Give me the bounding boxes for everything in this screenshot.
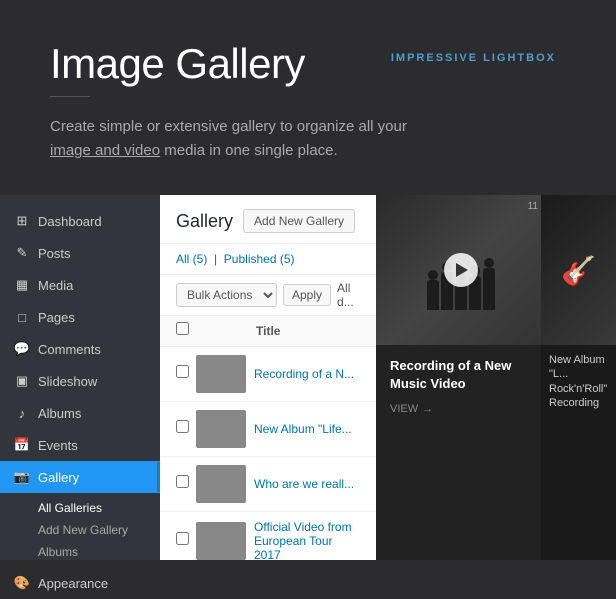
body [427,280,439,310]
sidebar-item-events[interactable]: 📅 Events [0,429,160,461]
sidebar-label-dashboard: Dashboard [38,214,102,229]
sidebar-item-gallery[interactable]: 📷 Gallery [0,461,160,493]
sidebar: ⊞ Dashboard ✎ Posts ▦ Media □ Pages 💬 Co… [0,195,160,560]
header-checkbox-cell [176,322,196,340]
bulk-actions-row: Bulk Actions Apply All d... [160,275,376,316]
second-card-image: 🎸 [541,195,616,345]
page-title: Image Gallery [50,40,566,88]
posts-icon: ✎ [14,245,30,261]
sidebar-label-albums: Albums [38,406,81,421]
sidebar-label-appearance: Appearance [38,576,108,591]
gallery-panel-title: Gallery [176,211,233,232]
sidebar-item-media[interactable]: ▦ Media [0,269,160,301]
sidebar-sub-all-galleries[interactable]: All Galleries [38,497,160,519]
sidebar-item-posts[interactable]: ✎ Posts [0,237,160,269]
row-checkbox[interactable] [176,475,189,488]
sidebar-label-media: Media [38,278,73,293]
row-thumbnail [196,522,246,560]
media-icon: ▦ [14,277,30,293]
sidebar-item-pages[interactable]: □ Pages [0,301,160,333]
head [428,270,438,280]
row-title[interactable]: Recording of a N... [254,367,354,381]
sidebar-item-appearance[interactable]: 🎨 Appearance [0,567,160,599]
hero-section: Image Gallery Create simple or extensive… [0,0,616,193]
card-number: 11 [528,201,538,212]
dashboard-icon: ⊞ [14,213,30,229]
view-label: VIEW [390,403,418,415]
filter-all-link[interactable]: All (5) [176,252,207,266]
second-card-title: New Album "L... Rock'n'Roll" Recording [549,353,608,410]
sidebar-item-slideshow[interactable]: ▣ Slideshow [0,365,160,397]
head [484,258,494,268]
appearance-icon: 🎨 [14,575,30,591]
sidebar-label-events: Events [38,438,78,453]
guitar-icon: 🎸 [561,254,596,287]
filter-published-link[interactable]: Published (5) [224,252,295,266]
row-thumbnail [196,465,246,503]
pages-icon: □ [14,309,30,325]
play-triangle-icon [456,263,468,277]
right-panel: 11 [376,195,616,560]
sidebar-item-comments[interactable]: 💬 Comments [0,333,160,365]
table-row: New Album "Life... [160,402,376,457]
events-icon: 📅 [14,437,30,453]
gallery-panel: Gallery Add New Gallery All (5) | Publis… [160,195,376,560]
body [483,268,495,310]
row-checkbox[interactable] [176,532,189,545]
table-header: Title [160,316,376,347]
slideshow-icon: ▣ [14,373,30,389]
featured-card-title: Recording of a New Music Video [390,357,532,393]
hero-tag: IMPRESSIVE LIGHTBOX [391,52,556,64]
person-silhouette [427,270,439,310]
second-card-body: New Album "L... Rock'n'Roll" Recording [541,345,616,418]
row-title[interactable]: Who are we reall... [254,477,354,491]
sidebar-sub-add-new[interactable]: Add New Gallery [38,519,160,541]
comments-icon: 💬 [14,341,30,357]
sidebar-label-gallery: Gallery [38,470,79,485]
gallery-icon: 📷 [14,469,30,485]
add-new-gallery-button[interactable]: Add New Gallery [243,209,355,233]
row-title[interactable]: Official Video from European Tour 2017 [254,520,360,560]
row-thumbnail [196,355,246,393]
play-button[interactable] [444,253,478,287]
row-checkbox[interactable] [176,420,189,433]
albums-icon: ♪ [14,405,30,421]
sidebar-item-dashboard[interactable]: ⊞ Dashboard [0,205,160,237]
hero-subtitle: Create simple or extensive gallery to or… [50,115,410,163]
view-link[interactable]: VIEW → [390,403,532,415]
person-silhouette [483,258,495,310]
sidebar-label-comments: Comments [38,342,101,357]
gallery-filter: All (5) | Published (5) [160,244,376,275]
subtitle-link: image and video [50,142,160,159]
row-title[interactable]: New Album "Life... [254,422,352,436]
featured-card: 11 [376,195,546,560]
all-dates-filter: All d... [337,281,360,309]
featured-card-body: Recording of a New Music Video VIEW → [376,345,546,427]
sidebar-label-slideshow: Slideshow [38,374,97,389]
row-thumbnail [196,410,246,448]
apply-button[interactable]: Apply [283,284,331,306]
main-content: ⊞ Dashboard ✎ Posts ▦ Media □ Pages 💬 Co… [0,195,616,560]
table-row: Official Video from European Tour 2017 [160,512,376,560]
bulk-actions-select[interactable]: Bulk Actions [176,283,277,307]
table-row: Recording of a N... [160,347,376,402]
table-row: Who are we reall... [160,457,376,512]
gallery-header: Gallery Add New Gallery [160,195,376,244]
view-arrow-icon: → [422,403,433,415]
title-column-header: Title [196,324,360,338]
sidebar-sub-menu: All Galleries Add New Gallery Albums [0,493,160,567]
hero-divider [50,96,90,97]
select-all-checkbox[interactable] [176,322,189,335]
row-checkbox-cell [176,420,196,438]
row-checkbox[interactable] [176,365,189,378]
featured-card-image: 11 [376,195,546,345]
row-checkbox-cell [176,475,196,493]
second-card: 🎸 New Album "L... Rock'n'Roll" Recording [541,195,616,560]
row-checkbox-cell [176,365,196,383]
row-checkbox-cell [176,532,196,550]
sidebar-item-albums[interactable]: ♪ Albums [0,397,160,429]
sidebar-label-posts: Posts [38,246,71,261]
sidebar-label-pages: Pages [38,310,75,325]
